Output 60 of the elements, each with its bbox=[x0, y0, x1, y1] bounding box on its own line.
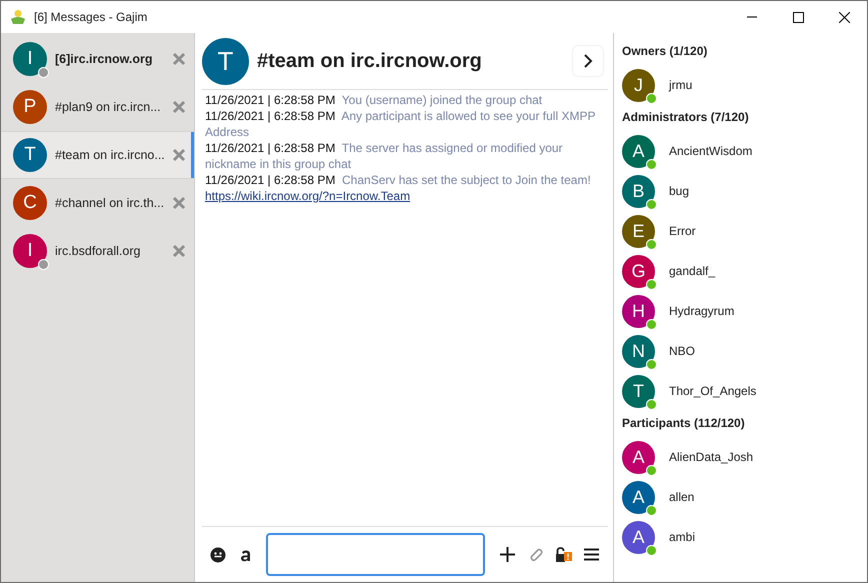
roster-group-header: Administrators (7/120) bbox=[622, 109, 750, 126]
menu-icon bbox=[584, 548, 600, 561]
avatar: I bbox=[13, 42, 47, 76]
chat-message: 11/26/2021 | 6:28:58 PM The server has assigned or modified your nickname in this group chat bbox=[205, 141, 563, 171]
close-chat-button[interactable] bbox=[172, 148, 186, 162]
window-title: [6] Messages - Gajim bbox=[34, 9, 148, 26]
close-icon bbox=[172, 244, 186, 258]
avatar: A bbox=[622, 134, 655, 168]
member-name[interactable]: bug bbox=[669, 182, 690, 200]
member-name[interactable]: Hydragyrum bbox=[669, 302, 734, 320]
message-link[interactable]: https://wiki.ircnow.org/?n=Ircnow.Team bbox=[205, 189, 410, 203]
avatar: A bbox=[622, 440, 655, 474]
avatar: G bbox=[622, 254, 655, 288]
chat-avatar: T bbox=[202, 38, 249, 84]
chat-title: #team on irc.ircnow.org bbox=[257, 49, 483, 73]
chat-message: 11/26/2021 | 6:28:58 PM ChanServ has set the subject to Join the team! bbox=[205, 173, 591, 187]
close-icon bbox=[172, 196, 186, 210]
member-name[interactable]: allen bbox=[669, 488, 694, 506]
avatar: A bbox=[622, 480, 655, 514]
unlocked-padlock-icon bbox=[554, 546, 573, 562]
roster-group-header: Owners (1/120) bbox=[622, 43, 708, 60]
close-icon bbox=[838, 12, 850, 22]
plus-icon bbox=[500, 547, 515, 562]
roster-group-header: Participants (112/120) bbox=[622, 415, 746, 432]
member-name[interactable]: AlienData_Josh bbox=[669, 448, 754, 466]
member-name[interactable]: jrmu bbox=[669, 76, 692, 94]
paperclip-icon bbox=[528, 546, 544, 562]
chat-message: 11/26/2021 | 6:28:58 PM You (username) joined the group chat bbox=[205, 93, 542, 107]
close-icon bbox=[172, 52, 186, 66]
avatar: P bbox=[13, 90, 47, 124]
message-input[interactable] bbox=[266, 533, 486, 576]
avatar: N bbox=[622, 334, 655, 368]
close-icon bbox=[172, 148, 186, 162]
avatar: I bbox=[13, 234, 47, 268]
avatar: A bbox=[622, 520, 655, 554]
avatar: B bbox=[622, 174, 655, 208]
avatar: E bbox=[622, 214, 655, 248]
avatar: T bbox=[13, 138, 47, 172]
chat-list-item[interactable]: C #channel on irc.th... bbox=[1, 179, 194, 227]
avatar: H bbox=[622, 294, 655, 328]
maximize-icon bbox=[792, 12, 804, 22]
chat-list-item[interactable]: T #team on irc.ircno... bbox=[1, 131, 194, 179]
chat-message: 11/26/2021 | 6:28:58 PM Any participant is allowed to see your full XMPP Address bbox=[205, 109, 596, 139]
avatar: J bbox=[622, 68, 655, 102]
member-name[interactable]: Error bbox=[669, 222, 696, 240]
app-icon bbox=[10, 9, 26, 25]
chat-list-item[interactable]: I irc.bsdforall.org bbox=[1, 227, 194, 275]
member-name[interactable]: gandalf_ bbox=[669, 262, 716, 280]
avatar: C bbox=[13, 186, 47, 220]
member-name[interactable]: NBO bbox=[669, 342, 696, 360]
avatar: T bbox=[622, 374, 655, 408]
member-name[interactable]: ambi bbox=[669, 528, 696, 546]
smiley-icon bbox=[210, 546, 226, 562]
chat-list-item[interactable]: P #plan9 on irc.ircn... bbox=[1, 83, 194, 131]
expand-button[interactable] bbox=[573, 46, 603, 76]
close-icon bbox=[172, 100, 186, 114]
member-name[interactable]: AncientWisdom bbox=[669, 142, 752, 160]
chat-list-item[interactable]: I [6]irc.ircnow.org bbox=[1, 35, 194, 83]
chevron-right-icon bbox=[583, 54, 593, 68]
member-name[interactable]: Thor_Of_Angels bbox=[669, 382, 756, 400]
